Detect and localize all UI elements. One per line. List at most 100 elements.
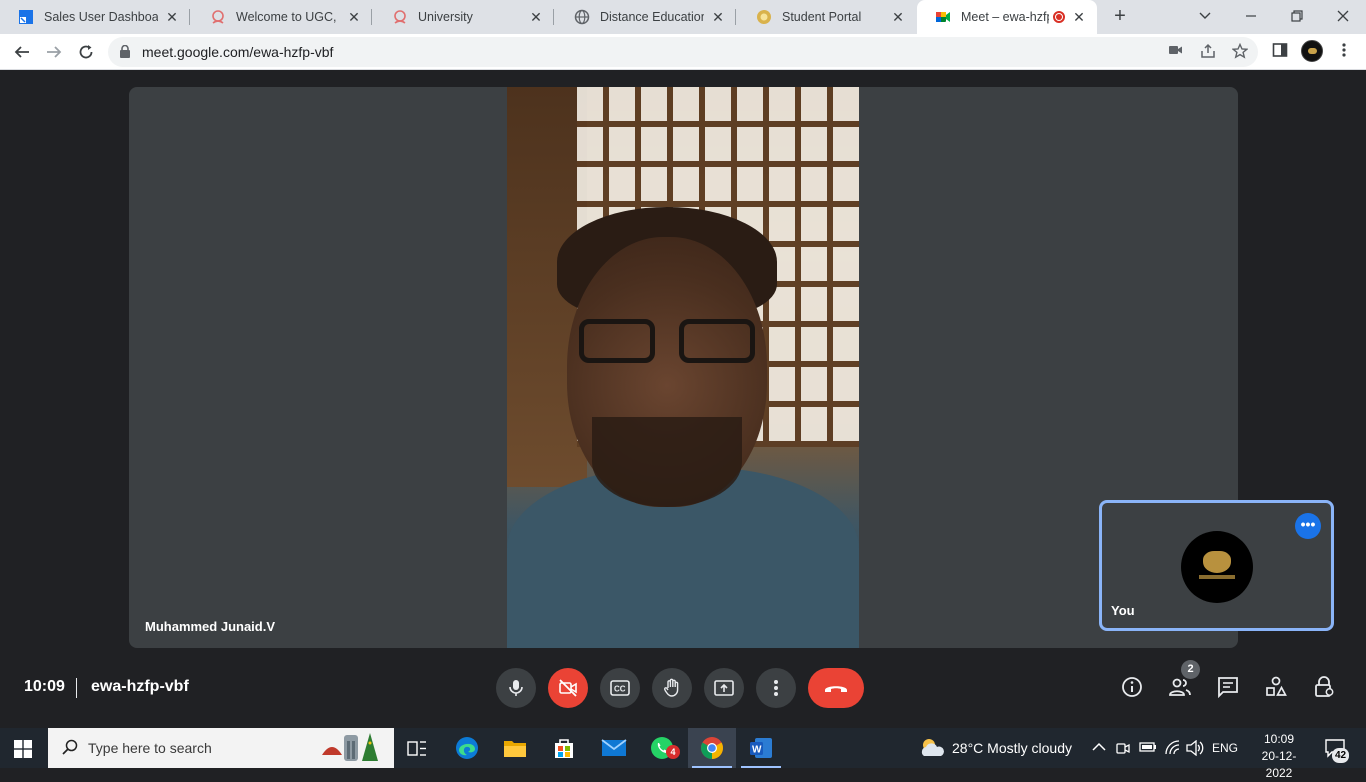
search-placeholder: Type here to search — [88, 740, 212, 756]
wifi-icon[interactable] — [1164, 740, 1182, 759]
tab-ugc[interactable]: Welcome to UGC, New ✕ — [192, 0, 372, 34]
meet-in-use-icon[interactable] — [1116, 740, 1130, 759]
whatsapp-unread-badge: 4 — [666, 745, 680, 759]
taskbar-clock[interactable]: 10:09 20-12-2022 — [1254, 731, 1304, 782]
raise-hand-icon — [664, 678, 679, 697]
participant-name: Muhammed Junaid.V — [145, 619, 276, 634]
taskbar-search-box[interactable]: Type here to search — [48, 728, 394, 768]
chrome-icon[interactable] — [688, 728, 736, 768]
minimize-button[interactable] — [1228, 0, 1274, 32]
portal-favicon-icon — [756, 9, 772, 25]
weather-text[interactable]: 28°C Mostly cloudy — [952, 728, 1072, 768]
task-view-icon[interactable] — [393, 728, 441, 768]
camera-off-icon — [559, 679, 577, 697]
microsoft-store-icon[interactable] — [540, 728, 588, 768]
meeting-stage: Muhammed Junaid.V ••• You — [0, 70, 1366, 658]
tab-distance-education[interactable]: Distance Education Bu ✕ — [556, 0, 736, 34]
camera-permission-icon[interactable] — [1166, 43, 1186, 61]
restore-button[interactable] — [1274, 0, 1320, 32]
tab-close-icon[interactable]: ✕ — [890, 9, 906, 26]
tab-separator — [553, 9, 554, 25]
meeting-controls: 10:09 ewa-hzfp-vbf CC 2 — [0, 658, 1366, 718]
new-tab-button[interactable]: + — [1108, 4, 1132, 28]
address-bar[interactable]: meet.google.com/ewa-hzfp-vbf — [108, 37, 1258, 67]
ugc-favicon-icon — [210, 9, 226, 25]
forward-icon[interactable] — [40, 38, 68, 66]
self-view-tile[interactable]: ••• You — [1099, 500, 1334, 631]
tab-title: Student Portal — [782, 10, 862, 24]
taskbar-time: 10:09 — [1263, 732, 1295, 746]
search-highlight-icon — [320, 731, 382, 775]
profile-avatar[interactable] — [1301, 40, 1323, 62]
tab-close-icon[interactable]: ✕ — [710, 9, 726, 26]
share-icon[interactable] — [1198, 43, 1218, 61]
captions-icon: CC — [610, 680, 630, 696]
recording-indicator-icon — [1053, 11, 1065, 23]
edge-browser-icon[interactable] — [443, 728, 491, 768]
divider — [76, 678, 77, 698]
more-vert-icon — [774, 680, 778, 696]
more-options-icon[interactable]: ••• — [1295, 513, 1321, 539]
meet-favicon-icon — [935, 9, 951, 25]
dashboard-favicon-icon — [18, 9, 34, 25]
tab-title: Welcome to UGC, New — [236, 10, 340, 24]
participant-count-badge: 2 — [1181, 660, 1200, 679]
lock-icon[interactable] — [120, 45, 130, 58]
windows-start-icon[interactable] — [14, 740, 32, 758]
tab-meet[interactable]: Meet – ewa-hzfp- ✕ — [917, 0, 1097, 34]
tab-search-icon[interactable] — [1182, 0, 1228, 32]
taskbar-date: 20-12-2022 — [1261, 749, 1297, 780]
back-icon[interactable] — [8, 38, 36, 66]
chat-icon[interactable] — [1215, 674, 1241, 700]
tab-student-portal[interactable]: Student Portal ✕ — [738, 0, 916, 34]
whatsapp-icon[interactable]: 4 — [638, 728, 686, 768]
tab-title: University — [418, 10, 473, 24]
search-icon — [62, 739, 78, 755]
svg-text:CC: CC — [614, 685, 626, 694]
side-panel-icon[interactable] — [1270, 42, 1290, 62]
raise-hand-button[interactable] — [652, 668, 692, 708]
tab-separator — [371, 9, 372, 25]
file-explorer-icon[interactable] — [491, 728, 539, 768]
tab-university[interactable]: University ✕ — [374, 0, 554, 34]
microphone-button[interactable] — [496, 668, 536, 708]
tab-sales-dashboard[interactable]: Sales User Dashboard ✕ — [0, 0, 190, 34]
battery-icon[interactable] — [1139, 740, 1157, 757]
tab-title: Sales User Dashboard — [44, 10, 158, 24]
activities-icon[interactable] — [1263, 674, 1289, 700]
notification-count-badge: 42 — [1332, 748, 1349, 763]
globe-favicon-icon — [574, 9, 590, 25]
volume-icon[interactable] — [1186, 739, 1204, 759]
present-screen-button[interactable] — [704, 668, 744, 708]
meeting-code: ewa-hzfp-vbf — [91, 678, 189, 695]
reload-icon[interactable] — [72, 38, 100, 66]
close-window-button[interactable] — [1320, 0, 1366, 32]
menu-kebab-icon[interactable] — [1334, 42, 1354, 62]
word-icon[interactable]: W — [737, 728, 785, 768]
windows-taskbar: Type here to search 4 W 28°C Mostly clou… — [0, 728, 1366, 780]
present-screen-icon — [714, 680, 734, 696]
mail-icon[interactable] — [590, 728, 638, 768]
show-hidden-icons-chevron-icon[interactable] — [1092, 740, 1106, 757]
tab-close-icon[interactable]: ✕ — [528, 9, 544, 26]
captions-button[interactable]: CC — [600, 668, 640, 708]
participant-video — [507, 87, 859, 648]
meeting-clock: 10:09 — [24, 678, 65, 695]
browser-tab-strip: Sales User Dashboard ✕ Welcome to UGC, N… — [0, 0, 1366, 34]
tab-separator — [189, 9, 190, 25]
participant-tile-main[interactable]: Muhammed Junaid.V — [129, 87, 1238, 648]
tab-close-icon[interactable]: ✕ — [346, 9, 362, 26]
self-label: You — [1111, 603, 1135, 618]
weather-cloudy-icon[interactable] — [918, 736, 946, 761]
bookmark-star-icon[interactable] — [1230, 42, 1250, 61]
tab-title: Distance Education Bu — [600, 10, 704, 24]
tab-close-icon[interactable]: ✕ — [164, 9, 180, 26]
ugc-favicon-icon — [392, 9, 408, 25]
meeting-details-icon[interactable] — [1119, 674, 1145, 700]
host-controls-icon[interactable] — [1311, 674, 1337, 700]
more-options-button[interactable] — [756, 668, 796, 708]
input-language[interactable]: ENG — [1212, 728, 1238, 768]
camera-off-button[interactable] — [548, 668, 588, 708]
tab-close-icon[interactable]: ✕ — [1071, 9, 1087, 26]
leave-call-button[interactable] — [808, 668, 864, 708]
